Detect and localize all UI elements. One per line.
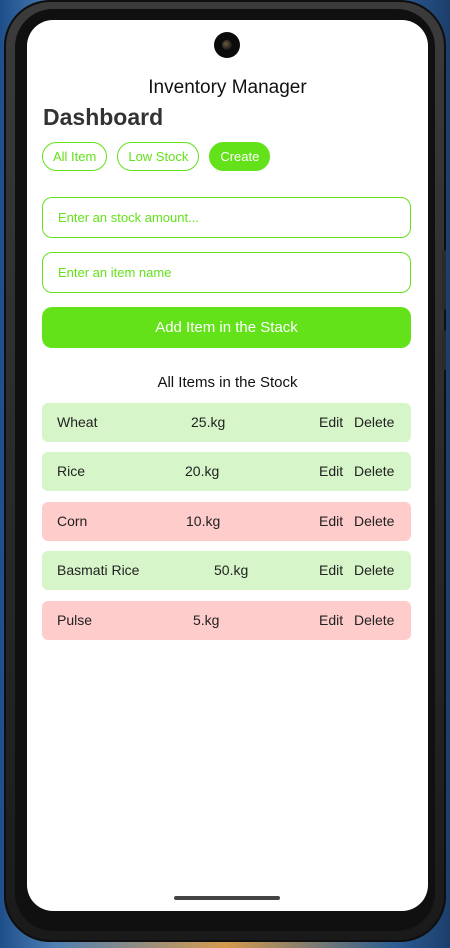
- filter-tabs: All Item Low Stock Create: [42, 142, 271, 171]
- volume-button: [442, 250, 446, 310]
- item-quantity: 50.kg: [214, 562, 249, 578]
- item-quantity: 25.kg: [191, 414, 226, 430]
- list-title: All Items in the Stock: [157, 374, 298, 391]
- front-camera: [214, 32, 240, 58]
- delete-button[interactable]: Delete: [354, 452, 394, 491]
- list-item: Wheat 25.kg Edit Delete: [42, 403, 411, 442]
- page-title: Dashboard: [43, 104, 164, 130]
- edit-button[interactable]: Edit: [319, 601, 343, 640]
- tab-low-stock[interactable]: Low Stock: [117, 142, 200, 171]
- list-item: Corn 10.kg Edit Delete: [42, 502, 411, 541]
- item-name: Basmati Rice: [57, 562, 140, 578]
- stock-amount-input[interactable]: [42, 197, 411, 238]
- add-item-button[interactable]: Add Item in the Stack: [42, 307, 411, 348]
- tab-all-item[interactable]: All Item: [42, 142, 108, 171]
- delete-button[interactable]: Delete: [354, 403, 394, 442]
- delete-button[interactable]: Delete: [354, 601, 394, 640]
- item-name: Pulse: [57, 612, 93, 628]
- item-name: Corn: [57, 513, 88, 529]
- delete-button[interactable]: Delete: [354, 551, 394, 590]
- delete-button[interactable]: Delete: [354, 502, 394, 541]
- item-quantity: 5.kg: [193, 612, 220, 628]
- item-name: Rice: [57, 463, 86, 479]
- item-quantity: 20.kg: [185, 463, 220, 479]
- edit-button[interactable]: Edit: [319, 403, 343, 442]
- list-item: Basmati Rice 50.kg Edit Delete: [42, 551, 411, 590]
- app-title: Inventory Manager: [148, 77, 307, 98]
- tab-create[interactable]: Create: [209, 142, 271, 171]
- item-name: Wheat: [57, 414, 98, 430]
- app-screen: Inventory Manager Dashboard All Item Low…: [27, 20, 428, 911]
- edit-button[interactable]: Edit: [319, 502, 343, 541]
- power-button: [442, 330, 446, 370]
- list-item: Rice 20.kg Edit Delete: [42, 452, 411, 491]
- item-name-input[interactable]: [42, 252, 411, 293]
- item-quantity: 10.kg: [186, 513, 221, 529]
- list-item: Pulse 5.kg Edit Delete: [42, 601, 411, 640]
- edit-button[interactable]: Edit: [319, 452, 343, 491]
- edit-button[interactable]: Edit: [319, 551, 343, 590]
- home-indicator[interactable]: [174, 896, 280, 900]
